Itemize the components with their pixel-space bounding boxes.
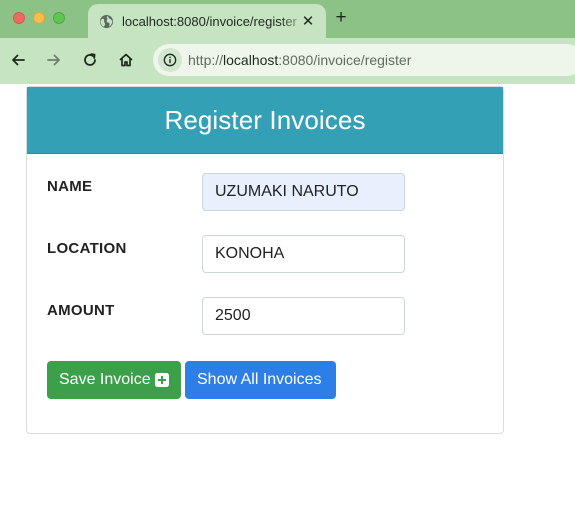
browser-tab-strip: localhost:8080/invoice/register ✕ + xyxy=(0,0,575,38)
forward-button[interactable] xyxy=(43,49,65,71)
back-button[interactable] xyxy=(7,49,29,71)
tab-title: localhost:8080/invoice/register xyxy=(122,13,297,29)
url-host: localhost xyxy=(223,52,279,68)
name-label: NAME xyxy=(47,178,93,195)
browser-tab[interactable]: localhost:8080/invoice/register ✕ xyxy=(88,4,326,38)
reload-icon xyxy=(84,53,96,66)
save-invoice-button[interactable]: Save Invoice xyxy=(47,361,181,399)
info-icon[interactable] xyxy=(158,48,182,72)
window-minimize-button[interactable] xyxy=(33,12,45,24)
page-title: Register Invoices xyxy=(164,104,366,135)
card-header: Register Invoices xyxy=(27,87,503,154)
location-row: LOCATION xyxy=(47,235,487,273)
url-path: :8080/invoice/register xyxy=(278,52,412,68)
window-zoom-button[interactable] xyxy=(53,12,65,24)
location-label: LOCATION xyxy=(47,240,127,257)
show-all-invoices-label: Show All Invoices xyxy=(197,371,322,388)
location-input[interactable] xyxy=(202,235,405,273)
name-input[interactable] xyxy=(202,173,405,211)
show-all-invoices-button[interactable]: Show All Invoices xyxy=(185,361,336,399)
amount-row: AMOUNT xyxy=(47,297,487,335)
amount-input[interactable] xyxy=(202,297,405,335)
reload-button[interactable] xyxy=(79,49,101,71)
register-card: Register Invoices NAME LOCATION AMOUNT S… xyxy=(26,86,504,434)
address-bar[interactable]: http://localhost:8080/invoice/register xyxy=(153,44,575,76)
name-row: NAME xyxy=(47,173,487,211)
url-text: http://localhost:8080/invoice/register xyxy=(188,52,411,68)
browser-toolbar: http://localhost:8080/invoice/register xyxy=(0,38,575,84)
save-invoice-label: Save Invoice xyxy=(59,371,151,388)
home-icon xyxy=(119,53,133,67)
page-content: Register Invoices NAME LOCATION AMOUNT S… xyxy=(0,84,575,507)
globe-icon xyxy=(98,13,114,29)
plus-square-icon xyxy=(154,373,169,387)
url-scheme: http:// xyxy=(188,52,224,68)
arrow-left-icon xyxy=(12,54,25,66)
arrow-right-icon xyxy=(47,54,60,66)
home-button[interactable] xyxy=(115,49,137,71)
window-close-button[interactable] xyxy=(13,12,25,24)
amount-label: AMOUNT xyxy=(47,302,115,319)
new-tab-button[interactable]: + xyxy=(331,7,351,28)
tab-close-icon[interactable]: ✕ xyxy=(300,13,316,30)
